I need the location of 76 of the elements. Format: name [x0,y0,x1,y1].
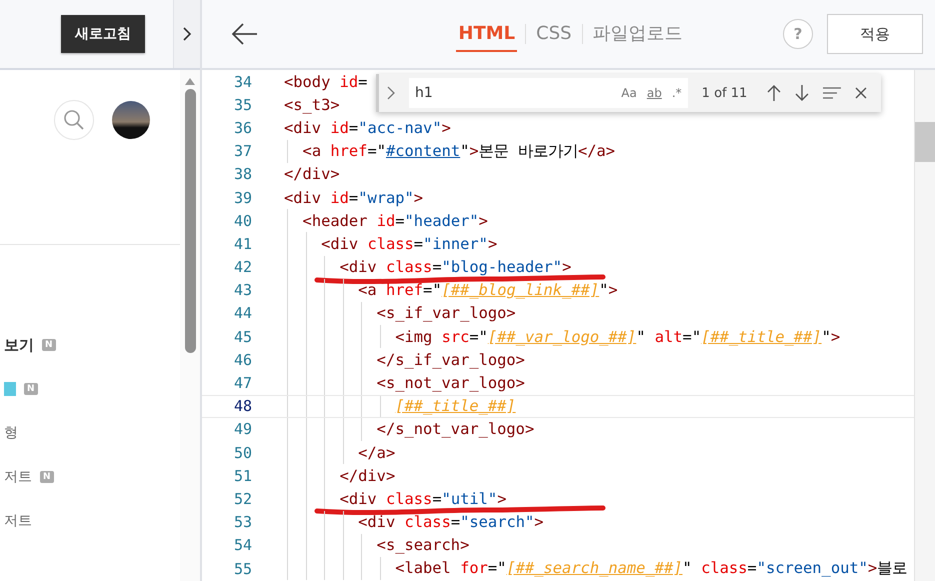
code-line: [##_title_##] [394,397,516,416]
line-number: 35 [232,96,252,114]
new-badge: N [40,471,54,483]
code-line: <header id="header"> [302,212,488,230]
line-number: 46 [232,350,252,369]
line-number: 34 [232,72,252,91]
find-input[interactable]: h1 Aa ab .* [408,78,688,108]
chevron-right-icon [182,26,192,42]
code-line: <s_not_var_logo> [376,374,525,392]
menu-item-marker [4,382,16,396]
close-icon[interactable] [855,87,867,99]
line-number: 43 [232,281,252,300]
code-line: <label for="[##_search_name_##]" class="screen_out">블로 [394,558,908,580]
search-button[interactable] [54,100,94,140]
code-line: <div class="blog-header"> [338,258,572,276]
arrow-down-icon[interactable] [795,85,810,101]
line-number: 45 [232,328,252,346]
line-number: 39 [232,188,252,207]
line-number: 36 [232,118,252,137]
arrow-up-icon[interactable] [767,85,782,101]
code-line: </s_if_var_logo> [376,350,525,369]
line-number: 47 [232,374,252,392]
scroll-up-icon [185,78,195,85]
code-line: <a href="#content">본문 바로가기</a> [302,140,616,162]
menu-item[interactable]: 저트 [4,468,32,486]
code-line: <div id="acc-nav"> [284,118,451,137]
editor-tab[interactable]: HTML [456,16,518,52]
scrollbar[interactable] [180,70,200,581]
code-line: <body id= [284,72,368,91]
code-line: </s_not_var_logo> [376,420,534,438]
scrollbar[interactable] [914,70,935,581]
chevron-right-icon[interactable] [387,86,395,100]
lines-icon[interactable] [823,87,842,99]
menu-item[interactable]: 형 [4,424,18,442]
search-icon [63,109,85,131]
editor-tab[interactable]: CSS [534,16,574,52]
code-line: <div id="wrap"> [284,188,424,207]
new-badge: N [42,339,56,351]
editor-tab[interactable]: 파일업로드 [590,15,685,53]
menu-item[interactable]: 보기 [4,336,34,354]
line-number: 44 [232,304,252,322]
line-number: 53 [232,513,252,532]
code-line: <div class="util"> [338,490,506,508]
line-number: 50 [232,444,252,462]
refresh-button[interactable]: 새로고침 [61,15,145,53]
line-number: 49 [232,420,252,438]
menu-item[interactable]: 저트 [4,512,32,530]
avatar-photo-placeholder[interactable] [112,101,150,139]
line-number: 42 [232,258,252,276]
code-line: <a href="[##_blog_link_##]"> [357,281,618,300]
back-arrow-icon[interactable] [232,23,258,45]
line-number: 51 [232,466,252,485]
regex-toggle[interactable]: .* [672,86,682,100]
line-number: 48 [232,397,252,416]
match-case-toggle[interactable]: Aa [621,86,637,100]
line-number: 41 [232,234,252,253]
code-line: </a> [357,444,396,462]
code-line: <s_search> [376,536,470,554]
apply-button[interactable]: 적용 [827,14,923,54]
line-number: 38 [232,165,252,184]
code-line: <img src="[##_var_logo_##]" alt="[##_title_##]"> [394,328,840,346]
line-number: 52 [232,490,252,508]
line-number: 37 [232,142,252,160]
new-badge: N [24,383,38,395]
line-number: 40 [232,212,252,230]
code-line: <s_if_var_logo> [376,304,516,322]
line-number: 55 [232,560,252,578]
code-line: </div> [284,165,340,184]
match-count: 1 of 11 [702,86,748,100]
code-line: <s_t3> [284,96,340,114]
code-line: <div class="inner"> [320,234,498,253]
code-line: </div> [338,466,396,485]
line-number: 54 [232,536,252,554]
expand-toggle[interactable] [173,0,200,68]
whole-word-toggle[interactable]: ab [646,86,662,100]
code-line: <div class="search"> [357,513,544,532]
